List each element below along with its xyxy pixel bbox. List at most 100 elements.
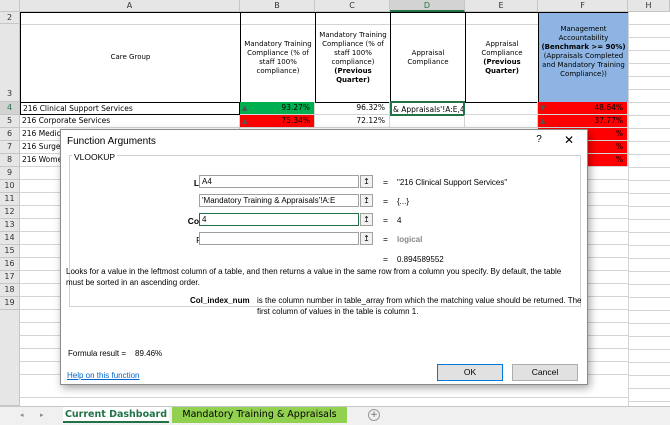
trend-up-icon: ▲ bbox=[242, 104, 248, 112]
cell-a5[interactable]: 216 Corporate Services bbox=[20, 115, 240, 128]
row-header-3[interactable]: 3 bbox=[0, 24, 20, 102]
sheet-tab-bar: ◂ ▸ Current Dashboard Mandatory Training… bbox=[0, 406, 670, 425]
formula-result-value: 89.46% bbox=[135, 349, 163, 358]
row-header-9[interactable]: 9 bbox=[0, 167, 20, 180]
equals-sign: = bbox=[383, 177, 388, 187]
formula-result-label: Formula result = bbox=[68, 349, 127, 358]
help-on-function-link[interactable]: Help on this function bbox=[67, 371, 140, 380]
header-c-main: Mandatory Training Compliance (% of staf… bbox=[319, 30, 387, 66]
row-header-19[interactable]: 19 bbox=[0, 297, 20, 310]
cell-f4-value: 48.64% bbox=[594, 103, 623, 112]
function-description: Looks for a value in the leftmost column… bbox=[66, 267, 562, 287]
function-arguments-dialog: Function Arguments ? ✕ VLOOKUP Lookup_va… bbox=[60, 129, 588, 385]
trend-down-icon: ▼ bbox=[540, 104, 546, 112]
collapse-arrow-icon[interactable]: ↥ bbox=[360, 194, 373, 207]
cell-d5[interactable] bbox=[390, 115, 465, 128]
cell-b5-value: 75.34% bbox=[281, 116, 310, 125]
equals-sign: = bbox=[383, 215, 388, 225]
row-header-17[interactable]: 17 bbox=[0, 271, 20, 284]
row-header-7[interactable]: 7 bbox=[0, 141, 20, 154]
row-header-filler bbox=[0, 310, 20, 406]
range-lookup-result: logical bbox=[397, 235, 423, 244]
cell-c5[interactable]: 72.12% bbox=[315, 115, 390, 128]
range-lookup-input[interactable] bbox=[199, 232, 359, 245]
row-header-18[interactable]: 18 bbox=[0, 284, 20, 297]
header-f-pre: Management Accountability bbox=[558, 25, 609, 42]
column-h-cells bbox=[628, 12, 670, 406]
prev-sheet-icon[interactable]: ◂ bbox=[20, 411, 24, 419]
row-header-13[interactable]: 13 bbox=[0, 219, 20, 232]
column-header-f[interactable]: F bbox=[538, 0, 628, 12]
ok-button[interactable]: OK bbox=[437, 364, 503, 381]
arg-help-text: is the column number in table_array from… bbox=[257, 296, 582, 316]
row-header-11[interactable]: 11 bbox=[0, 193, 20, 206]
cell-f5-value: 37.77% bbox=[594, 116, 623, 125]
header-e-main: Appraisal Compliance bbox=[481, 39, 523, 57]
cell-f4[interactable]: ▼ 48.64% bbox=[538, 102, 628, 115]
column-header-c[interactable]: C bbox=[315, 0, 390, 12]
collapse-arrow-icon[interactable]: ↥ bbox=[360, 232, 373, 245]
dialog-title: Function Arguments bbox=[67, 136, 156, 147]
cell-b4-value: 93.27% bbox=[281, 103, 310, 112]
col-index-num-input[interactable]: 4 bbox=[199, 213, 359, 226]
row-header-8[interactable]: 8 bbox=[0, 154, 20, 167]
cell-e4[interactable] bbox=[465, 102, 538, 115]
equals-sign: = bbox=[383, 254, 388, 264]
column-header-b[interactable]: B bbox=[240, 0, 315, 12]
help-button[interactable]: ? bbox=[531, 134, 547, 145]
trend-up-icon: ▲ bbox=[242, 117, 248, 125]
cell-a4[interactable]: 216 Clinical Support Services bbox=[20, 102, 240, 115]
row-header-15[interactable]: 15 bbox=[0, 245, 20, 258]
tab-current-dashboard[interactable]: Current Dashboard bbox=[63, 407, 169, 423]
equals-sign: = bbox=[383, 196, 388, 206]
column-header-e[interactable]: E bbox=[465, 0, 538, 12]
tab-mandatory-training-appraisals[interactable]: Mandatory Training & Appraisals bbox=[172, 407, 347, 423]
lookup-value-input[interactable]: A4 bbox=[199, 175, 359, 188]
function-result: 0.894589552 bbox=[397, 255, 444, 264]
table-array-result: {...} bbox=[397, 197, 410, 206]
lookup-value-result: "216 Clinical Support Services" bbox=[397, 178, 508, 187]
header-e-sub: (Previous Quarter) bbox=[483, 57, 521, 75]
equals-sign: = bbox=[383, 234, 388, 244]
collapse-arrow-icon[interactable]: ↥ bbox=[360, 213, 373, 226]
trend-up-icon: ▲ bbox=[540, 117, 546, 125]
header-management-accountability[interactable]: Management Accountability (Benchmark >= … bbox=[538, 12, 629, 103]
row-header-2[interactable]: 2 bbox=[0, 12, 20, 24]
cell-f5[interactable]: ▲ 37.77% bbox=[538, 115, 628, 128]
header-c-sub: (Previous Quarter) bbox=[334, 66, 372, 84]
arg-help-name: Col_index_num bbox=[190, 296, 250, 305]
cell-e5[interactable] bbox=[465, 115, 538, 128]
table-array-input[interactable]: 'Mandatory Training & Appraisals'!A:E bbox=[199, 194, 359, 207]
cell-b4[interactable]: ▲ 93.27% bbox=[240, 102, 315, 115]
row-header-12[interactable]: 12 bbox=[0, 206, 20, 219]
function-name: VLOOKUP bbox=[72, 152, 118, 162]
add-sheet-icon[interactable]: + bbox=[368, 409, 380, 421]
cancel-button[interactable]: Cancel bbox=[512, 364, 578, 381]
col-index-num-result: 4 bbox=[397, 216, 402, 225]
collapse-arrow-icon[interactable]: ↥ bbox=[360, 175, 373, 188]
cell-d4-editing[interactable]: & Appraisals'!A:E,4) bbox=[390, 101, 465, 116]
header-appraisal[interactable]: Appraisal Compliance bbox=[390, 12, 466, 103]
right-rows bbox=[588, 167, 628, 385]
bottom-rows bbox=[20, 385, 628, 406]
next-sheet-icon[interactable]: ▸ bbox=[40, 411, 44, 419]
cell-b5[interactable]: ▲ 75.34% bbox=[240, 115, 315, 128]
column-header-h[interactable]: H bbox=[628, 0, 670, 12]
row-header-10[interactable]: 10 bbox=[0, 180, 20, 193]
cell-c4[interactable]: 96.32% bbox=[315, 102, 390, 115]
row-header-4[interactable]: 4 bbox=[0, 102, 20, 115]
header-mandatory-training-prev[interactable]: Mandatory Training Compliance (% of staf… bbox=[315, 12, 391, 103]
row-header-6[interactable]: 6 bbox=[0, 128, 20, 141]
header-mandatory-training[interactable]: Mandatory Training Compliance (% of staf… bbox=[240, 12, 316, 103]
header-appraisal-prev[interactable]: Appraisal Compliance (Previous Quarter) bbox=[465, 12, 539, 103]
header-care-group[interactable]: Care Group bbox=[20, 12, 241, 103]
row-header-16[interactable]: 16 bbox=[0, 258, 20, 271]
row-header-5[interactable]: 5 bbox=[0, 115, 20, 128]
row-header-14[interactable]: 14 bbox=[0, 232, 20, 245]
select-all-corner[interactable] bbox=[0, 0, 20, 12]
close-icon[interactable]: ✕ bbox=[561, 133, 577, 147]
left-rows bbox=[20, 167, 61, 385]
column-header-d[interactable]: D bbox=[390, 0, 465, 12]
column-header-a[interactable]: A bbox=[20, 0, 240, 12]
header-f-bold: (Benchmark >= 90%) bbox=[541, 43, 626, 51]
